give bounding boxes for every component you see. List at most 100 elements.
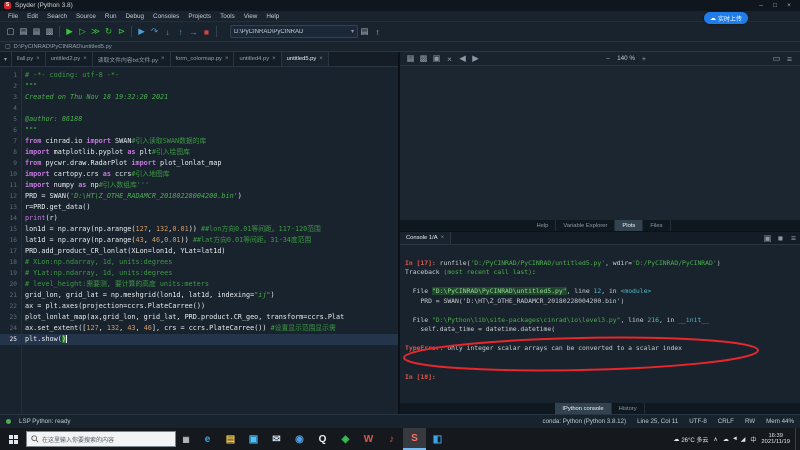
code-line[interactable]: lon1d = np.array(np.arange(127, 132,0.01… <box>22 224 398 235</box>
line-number[interactable]: 13 <box>0 202 21 213</box>
line-number[interactable]: 9 <box>0 158 21 169</box>
interrupt-kernel-icon[interactable]: ■ <box>774 231 787 245</box>
code-line[interactable]: # YLat:np.ndarray, 1d, units:degrees <box>22 268 398 279</box>
save-icon[interactable]: ▦ <box>30 25 43 39</box>
line-number[interactable]: 7 <box>0 136 21 147</box>
code-line[interactable]: ax = plt.axes(projection=ccrs.PlateCarre… <box>22 301 398 312</box>
open-file-icon[interactable]: ▤ <box>17 25 30 39</box>
editor-tab[interactable]: llall.py× <box>12 52 46 66</box>
console-tab-ipython-console[interactable]: IPython console <box>555 403 611 414</box>
rerun-cell-icon[interactable]: ↻ <box>102 25 115 39</box>
line-number[interactable]: 8 <box>0 147 21 158</box>
line-number[interactable]: 19 <box>0 268 21 279</box>
taskbar-wechat-icon[interactable]: ◈ <box>334 428 357 450</box>
menu-view[interactable]: View <box>240 13 262 20</box>
code-line[interactable]: # -*- coding: utf-8 -*- <box>22 70 398 81</box>
taskbar-music-icon[interactable]: ♪ <box>380 428 403 450</box>
save-all-plots-icon[interactable]: ▩ <box>417 52 430 66</box>
menu-source[interactable]: Source <box>72 13 100 20</box>
console-tab[interactable]: Console 1/A × <box>400 232 451 244</box>
parent-directory-icon[interactable]: ↑ <box>371 25 384 39</box>
editor-tab[interactable]: untitled5.py× <box>282 52 329 66</box>
minimize-button[interactable]: – <box>754 1 768 11</box>
menu-help[interactable]: Help <box>262 13 283 20</box>
code-line[interactable]: import numpy as np#引入数组库''' <box>22 180 398 191</box>
show-desktop-button[interactable] <box>795 428 798 450</box>
copy-plot-icon[interactable]: ▣ <box>430 52 443 66</box>
pane-options-icon[interactable]: ≡ <box>783 52 796 66</box>
line-number[interactable]: 24 <box>0 323 21 334</box>
run-selection-icon[interactable]: ⊳ <box>115 25 128 39</box>
code-line[interactable]: grid_lon, grid_lat = np.meshgrid(lon1d, … <box>22 290 398 301</box>
run-icon[interactable]: ▶ <box>63 25 76 39</box>
ime-indicator[interactable]: 中 <box>750 435 756 444</box>
taskbar-browser-icon[interactable]: ◉ <box>288 428 311 450</box>
close-tab-icon[interactable]: × <box>36 56 40 62</box>
save-plot-icon[interactable]: ▦ <box>404 52 417 66</box>
line-number[interactable]: 10 <box>0 169 21 180</box>
code-line[interactable]: # XLon:np.ndarray, 1d, units:degrees <box>22 257 398 268</box>
code-line[interactable]: PRD = SWAN('D:\HT\Z_OTHE_RADAMCR_2018022… <box>22 191 398 202</box>
code-line[interactable]: ax.set_extent([127, 132, 43, 46], crs = … <box>22 323 398 334</box>
code-line[interactable]: """ <box>22 125 398 136</box>
line-number[interactable]: 23 <box>0 312 21 323</box>
browse-tabs-button[interactable]: ▾ <box>0 52 12 66</box>
close-console-icon[interactable]: × <box>441 235 445 241</box>
menu-projects[interactable]: Projects <box>184 13 215 20</box>
pane-tab-plots[interactable]: Plots <box>615 220 643 231</box>
editor-tab[interactable]: 读取文件内容txt文件.py× <box>93 52 171 66</box>
code-line[interactable]: from cinrad.io import SWAN#引入读取SWAN数据的库 <box>22 136 398 147</box>
maximize-button[interactable]: □ <box>768 1 782 11</box>
taskbar-mail-icon[interactable]: ✉ <box>265 428 288 450</box>
taskbar-clock[interactable]: 16:39 2021/11/19 <box>761 433 790 446</box>
previous-plot-icon[interactable]: ◀ <box>456 52 469 66</box>
pane-tab-help[interactable]: Help <box>529 220 556 231</box>
line-number[interactable]: 17 <box>0 246 21 257</box>
menu-consoles[interactable]: Consoles <box>149 13 183 20</box>
tray-volume-icon[interactable]: ◄ <box>732 436 738 443</box>
zoom-in-icon[interactable]: + <box>638 53 650 65</box>
taskbar-spyder-icon[interactable]: S <box>403 428 426 450</box>
console-tab-history[interactable]: History <box>612 403 645 414</box>
code-line[interactable]: plt.show() <box>22 334 398 345</box>
run-cell-icon[interactable]: ▷ <box>76 25 89 39</box>
line-number[interactable]: 12 <box>0 191 21 202</box>
ipython-console[interactable]: In [17]: runfile('D:/PyCINRAD/PyCINRAD/u… <box>400 245 800 403</box>
code-line[interactable]: import matplotlib.pyplot as plt#引入绘图库 <box>22 147 398 158</box>
close-button[interactable]: × <box>782 1 796 11</box>
menu-search[interactable]: Search <box>43 13 71 20</box>
tray-cloud-icon[interactable]: ☁ <box>723 436 729 443</box>
code-line[interactable]: print(r) <box>22 213 398 224</box>
menu-edit[interactable]: Edit <box>23 13 42 20</box>
tray-expand-icon[interactable]: ∧ <box>713 436 717 443</box>
step-over-icon[interactable]: ↷ <box>148 25 161 39</box>
code-line[interactable]: PRD.add_product_CR_lonlat(XLon=lon1d, YL… <box>22 246 398 257</box>
taskbar-qq-icon[interactable]: Q <box>311 428 334 450</box>
code-line[interactable]: import cartopy.crs as ccrs#引入地图库 <box>22 169 398 180</box>
next-plot-icon[interactable]: ▶ <box>469 52 482 66</box>
line-number[interactable]: 4 <box>0 103 21 114</box>
line-number[interactable]: 25 <box>0 334 21 345</box>
upload-overlay-badge[interactable]: ☁ 实时上传 <box>704 12 748 24</box>
code-line[interactable]: r=PRD.get_data() <box>22 202 398 213</box>
line-number[interactable]: 22 <box>0 301 21 312</box>
code-editor[interactable]: 1234567891011121314151617181920212223242… <box>0 67 398 414</box>
editor-tab[interactable]: untitled4.py× <box>234 52 281 66</box>
debug-icon[interactable]: ▶ <box>135 25 148 39</box>
menu-file[interactable]: File <box>4 13 22 20</box>
code-line[interactable]: @author: 86188 <box>22 114 398 125</box>
close-tab-icon[interactable]: × <box>272 56 276 62</box>
zoom-out-icon[interactable]: − <box>602 53 614 65</box>
stop-icon[interactable]: ■ <box>200 25 213 39</box>
line-number[interactable]: 16 <box>0 235 21 246</box>
weather-widget[interactable]: ☁ 26°C 多云 <box>673 435 708 444</box>
taskbar-explorer-icon[interactable]: ▤ <box>219 428 242 450</box>
line-number[interactable]: 1 <box>0 70 21 81</box>
continue-icon[interactable]: → <box>187 25 200 39</box>
start-button[interactable] <box>0 428 26 450</box>
code-line[interactable]: from pycwr.draw.RadarPlot import plot_lo… <box>22 158 398 169</box>
code-line[interactable]: lat1d = np.array(np.arange(43, 46,0.01))… <box>22 235 398 246</box>
line-number[interactable]: 6 <box>0 125 21 136</box>
task-view-icon[interactable]: ▦ <box>176 428 196 450</box>
code-line[interactable]: """ <box>22 81 398 92</box>
